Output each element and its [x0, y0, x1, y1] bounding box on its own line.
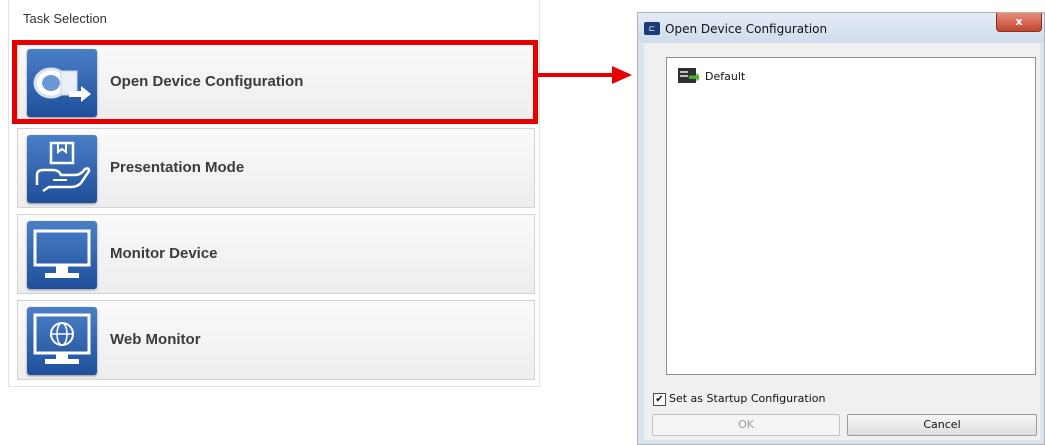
task-item-label: Monitor Device: [110, 245, 218, 262]
monitor-device-icon: [27, 221, 97, 289]
startup-configuration-checkbox[interactable]: ✔: [653, 393, 666, 406]
task-item-label: Web Monitor: [110, 331, 201, 348]
task-presentation-mode[interactable]: Presentation Mode: [17, 128, 535, 208]
startup-configuration-label: Set as Startup Configuration: [669, 392, 826, 405]
open-device-configuration-dialog: ⊏ Open Device Configuration x Default ✔ …: [637, 12, 1045, 445]
cancel-button[interactable]: Cancel: [847, 414, 1037, 436]
open-device-configuration-icon: [27, 49, 97, 117]
configuration-label: Default: [705, 70, 746, 83]
dialog-titlebar[interactable]: ⊏ Open Device Configuration x: [638, 13, 1044, 43]
ok-button[interactable]: OK: [652, 414, 840, 436]
web-monitor-icon: [27, 307, 97, 375]
task-selection-panel: Task Selection Open Device Configuration…: [8, 0, 540, 387]
task-web-monitor[interactable]: Web Monitor: [17, 300, 535, 380]
task-item-label: Presentation Mode: [110, 159, 245, 176]
configuration-list[interactable]: Default: [666, 57, 1036, 375]
configuration-icon: [678, 68, 699, 83]
dialog-body: Default ✔ Set as Startup Configuration O…: [644, 43, 1040, 440]
arrow-right-icon: [538, 66, 632, 84]
task-open-device-configuration[interactable]: Open Device Configuration: [17, 42, 535, 122]
presentation-mode-icon: [27, 135, 97, 203]
close-button[interactable]: x: [996, 13, 1042, 32]
task-monitor-device[interactable]: Monitor Device: [17, 214, 535, 294]
dialog-title: Open Device Configuration: [665, 22, 828, 36]
task-item-label: Open Device Configuration: [110, 73, 304, 90]
app-icon: ⊏: [644, 22, 660, 35]
task-selection-title: Task Selection: [23, 11, 107, 26]
